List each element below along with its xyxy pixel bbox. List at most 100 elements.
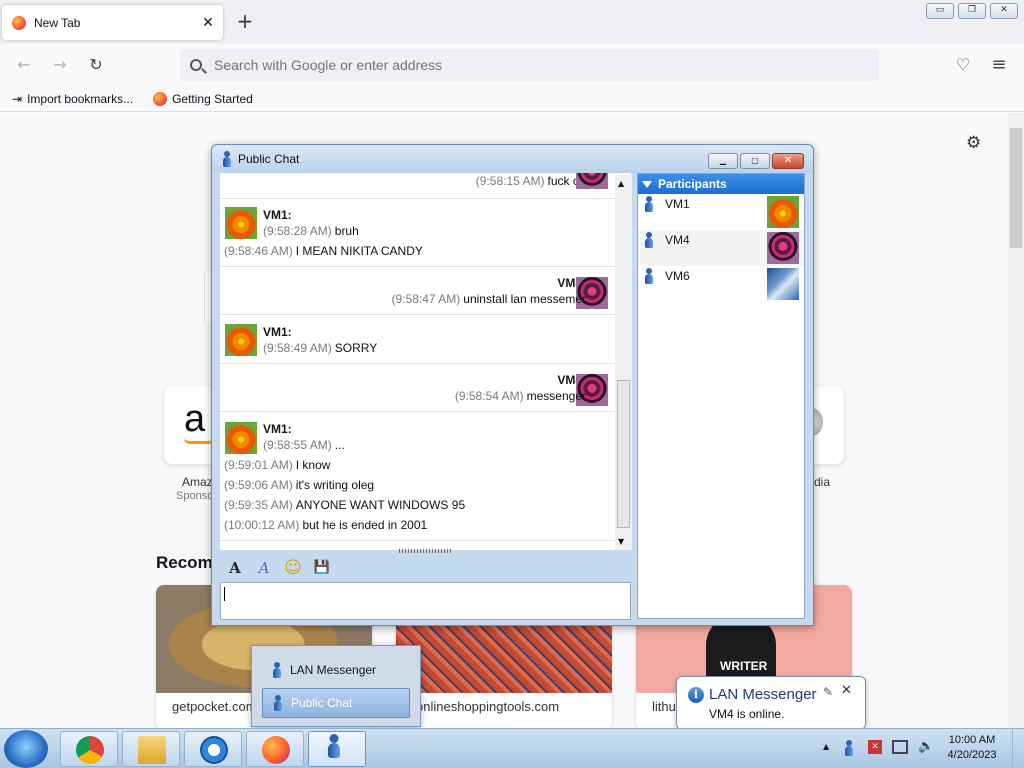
lan-messenger-icon: [273, 695, 283, 711]
tab-new-tab[interactable]: New Tab ✕: [2, 5, 223, 40]
save-icon[interactable]: 💾: [311, 557, 333, 579]
chat-message-line: (10:00:12 AM) but he is ended in 2001: [224, 518, 428, 532]
tray-overflow-icon[interactable]: ▲: [823, 742, 829, 751]
lan-messenger-tray-icon[interactable]: [844, 740, 854, 756]
vm1-avatar: [225, 422, 257, 454]
lan-messenger-icon: [272, 662, 282, 678]
search-icon: [190, 59, 202, 71]
pane-splitter[interactable]: [399, 549, 451, 553]
participants-header[interactable]: Participants: [638, 174, 804, 194]
message-sender: VM1:: [263, 325, 292, 339]
participants-panel: Participants VM1 VM4 VM6: [637, 173, 805, 619]
taskbar-firefox[interactable]: [246, 731, 304, 767]
firefox-icon: [153, 91, 168, 106]
message-sender: VM1:: [263, 208, 292, 222]
emoticon-icon[interactable]: ☺: [282, 557, 304, 579]
close-button[interactable]: ✕: [990, 3, 1018, 19]
menu-icon[interactable]: ≡: [986, 52, 1012, 78]
message-separator: [220, 411, 615, 412]
notification-balloon[interactable]: i LAN Messenger VM4 is online. ✎ ✕: [676, 676, 866, 739]
chat-message-line: (9:58:55 AM) ...: [263, 438, 345, 452]
bookmark-import[interactable]: ⇥ Import bookmarks...: [12, 92, 133, 106]
chat-title-bar[interactable]: Public Chat ▁ ▢ ✕: [212, 145, 813, 173]
taskbar-jump-list: LAN Messenger Public Chat: [251, 645, 421, 727]
bookmark-label: Getting Started: [172, 91, 253, 106]
browser-tab-bar: New Tab ✕ + ▭ ❐ ✕: [0, 0, 1024, 44]
firefox-icon: [12, 15, 26, 30]
new-tab-button[interactable]: +: [234, 10, 256, 32]
participant-item[interactable]: VM1: [638, 194, 804, 230]
lan-messenger-icon: [222, 151, 232, 167]
search-input[interactable]: [214, 57, 814, 73]
vm6-avatar: [767, 268, 799, 300]
pin-icon[interactable]: ✎: [823, 685, 833, 699]
participant-item[interactable]: VM4: [638, 230, 804, 266]
amazon-logo: a: [184, 398, 206, 440]
taskbar-internet-explorer[interactable]: [184, 731, 242, 767]
chat-message-line: (9:58:47 AM) uninstall lan messemer: [391, 292, 586, 306]
scroll-down-icon[interactable]: ▼: [618, 537, 624, 546]
message-input[interactable]: [220, 582, 631, 620]
action-center-icon[interactable]: ✕: [868, 740, 882, 754]
back-button[interactable]: ←: [11, 52, 37, 78]
settings-icon[interactable]: ⚙: [966, 133, 981, 153]
user-icon: [644, 268, 654, 284]
scrollbar-thumb[interactable]: [617, 380, 630, 528]
tab-close-icon[interactable]: ✕: [199, 15, 217, 31]
forward-button[interactable]: →: [47, 52, 73, 78]
scrollbar-thumb[interactable]: [1010, 128, 1022, 248]
page-scrollbar[interactable]: [1008, 113, 1024, 728]
taskbar-chrome[interactable]: [60, 731, 118, 767]
participant-name: VM1: [665, 197, 690, 211]
chat-maximize-button[interactable]: ▢: [740, 153, 770, 169]
vm1-avatar: [225, 207, 257, 239]
reload-button[interactable]: ↻: [83, 52, 109, 78]
shirt-caption: WRITER: [720, 659, 768, 673]
font-icon[interactable]: A: [224, 557, 246, 579]
chat-message-line: (9:58:54 AM) messenger: [454, 389, 586, 403]
address-bar[interactable]: [180, 49, 879, 81]
message-separator: [220, 314, 615, 315]
participant-item[interactable]: VM6: [638, 266, 804, 302]
start-button[interactable]: [4, 730, 48, 768]
chat-message-line: (9:58:28 AM) bruh: [263, 224, 359, 238]
chat-close-button[interactable]: ✕: [772, 153, 804, 169]
minimize-button[interactable]: ▭: [926, 3, 954, 19]
network-icon[interactable]: [892, 740, 908, 754]
bookmark-getting-started[interactable]: Getting Started: [153, 91, 253, 106]
participants-title: Participants: [658, 177, 727, 191]
message-separator: [220, 363, 615, 364]
font-color-icon[interactable]: A: [253, 557, 275, 579]
collapse-arrow-icon: [642, 180, 652, 188]
jump-list-label: Public Chat: [291, 696, 353, 710]
scroll-up-icon[interactable]: ▲: [618, 179, 624, 188]
participant-name: VM6: [665, 269, 690, 283]
message-scrollbar[interactable]: ▲ ▼: [615, 175, 632, 550]
taskbar-explorer[interactable]: [122, 731, 180, 767]
chrome-icon: [76, 736, 104, 764]
chat-minimize-button[interactable]: ▁: [708, 153, 738, 169]
chat-window-title: Public Chat: [238, 152, 300, 166]
amazon-smile: [184, 438, 214, 444]
restore-button[interactable]: ❐: [958, 3, 986, 19]
show-desktop-button[interactable]: [1012, 728, 1024, 768]
volume-muted-icon[interactable]: 🔈: [918, 739, 934, 754]
notification-title: LAN Messenger: [709, 686, 817, 703]
vm1-avatar: [767, 196, 799, 228]
participant-name: VM4: [665, 233, 690, 247]
message-separator: [220, 198, 615, 199]
notification-close-icon[interactable]: ✕: [841, 683, 852, 698]
jump-list-item-lan-messenger[interactable]: LAN Messenger: [262, 655, 410, 685]
tile-sponsored: Sponso: [176, 490, 214, 502]
chat-message-line: (9:59:01 AM) I know: [224, 458, 331, 472]
chat-message-line: (9:58:46 AM) I MEAN NIKITA CANDY: [224, 244, 423, 258]
format-toolbar: A A ☺ 💾: [220, 555, 631, 581]
taskbar-lan-messenger[interactable]: [308, 731, 366, 767]
tab-title: New Tab: [34, 15, 81, 30]
message-history: (9:58:15 AM) fuck off VM1: (9:58:28 AM) …: [220, 173, 631, 550]
pocket-icon[interactable]: ♡: [950, 52, 976, 78]
taskbar-clock[interactable]: 10:00 AM 4/20/2023: [940, 733, 1004, 763]
chat-message-line: (9:59:35 AM) ANYONE WANT WINDOWS 95: [224, 498, 466, 512]
jump-list-item-public-chat[interactable]: Public Chat: [262, 688, 410, 718]
public-chat-window: Public Chat ▁ ▢ ✕ (9:58:15 AM) fuck off …: [211, 144, 814, 626]
